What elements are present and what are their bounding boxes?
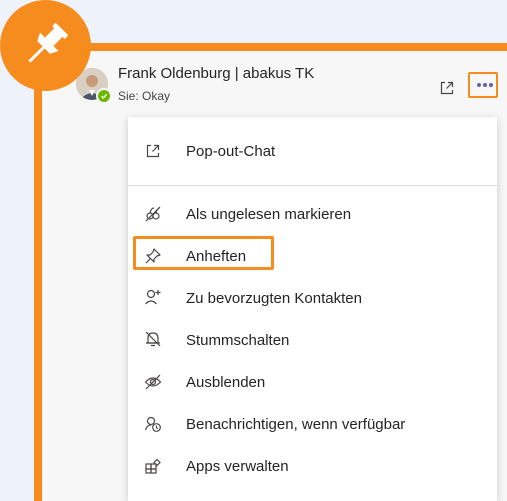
menu-item-mark-unread[interactable]: Als ungelesen markieren xyxy=(128,198,497,230)
pin-badge xyxy=(0,0,91,91)
menu-item-label: Zu bevorzugten Kontakten xyxy=(186,290,362,307)
menu-item-notify-when-available[interactable]: Benachrichtigen, wenn verfügbar xyxy=(128,408,497,440)
menu-item-label: Benachrichtigen, wenn verfügbar xyxy=(186,416,406,433)
menu-item-add-favorite-contact[interactable]: Zu bevorzugten Kontakten xyxy=(128,282,497,314)
highlight-box xyxy=(133,236,274,270)
apps-icon xyxy=(144,457,162,480)
menu-item-mute[interactable]: Stummschalten xyxy=(128,324,497,356)
menu-item-manage-apps[interactable]: Apps verwalten xyxy=(128,450,497,482)
add-contact-icon xyxy=(144,288,162,311)
menu-item-hide[interactable]: Ausblenden xyxy=(128,366,497,398)
chat-header[interactable] xyxy=(42,51,507,117)
menu-item-label: Apps verwalten xyxy=(186,458,289,475)
menu-item-popout-chat[interactable]: Pop-out-Chat xyxy=(128,135,497,167)
menu-item-label: Als ungelesen markieren xyxy=(186,206,352,223)
popout-icon xyxy=(145,143,161,164)
more-options-button[interactable] xyxy=(468,72,498,98)
last-message-preview: Sie: Okay xyxy=(118,89,171,103)
popout-icon[interactable] xyxy=(439,80,455,101)
mute-bell-icon xyxy=(144,330,162,353)
contact-name: Frank Oldenburg | abakus TK xyxy=(118,65,315,82)
mark-unread-icon xyxy=(144,205,162,228)
menu-item-label: Stummschalten xyxy=(186,332,290,349)
notify-available-icon xyxy=(144,415,162,438)
menu-item-label: Ausblenden xyxy=(186,374,266,391)
presence-available-icon xyxy=(96,88,112,104)
menu-item-label: Pop-out-Chat xyxy=(186,143,276,160)
more-options-icon xyxy=(477,83,481,87)
pin-icon xyxy=(28,23,68,63)
menu-divider xyxy=(128,185,497,186)
hide-eye-icon xyxy=(144,373,162,396)
